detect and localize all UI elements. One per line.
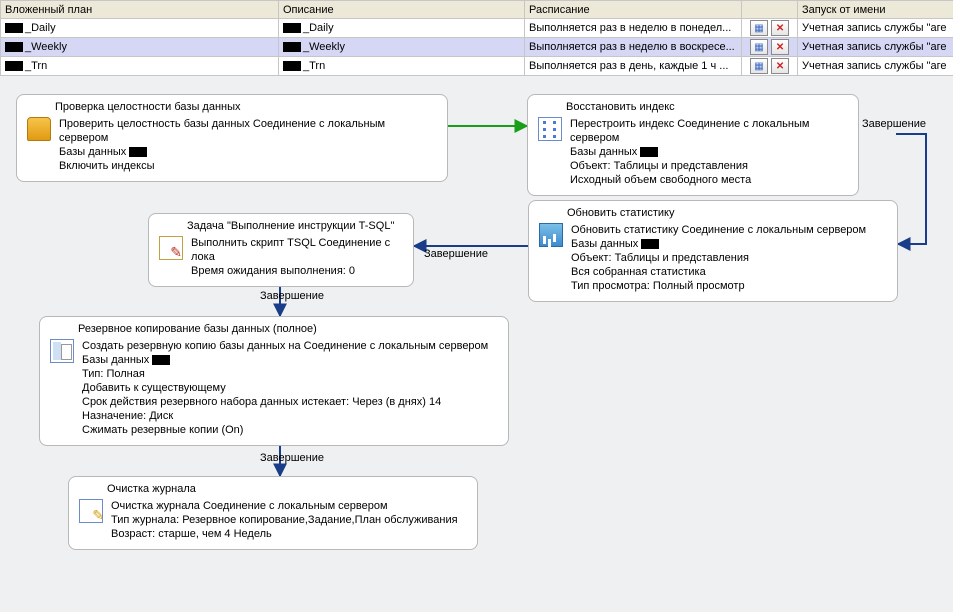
node-check-integrity[interactable]: Проверка целостности базы данных Провери… [16,94,448,182]
cell-sched[interactable]: Выполняется раз в день, каждые 1 ч ... [525,57,742,76]
cell-sched[interactable]: Выполняется раз в неделю в понедел... [525,19,742,38]
cell-desc[interactable]: _Daily [279,19,525,38]
plans-table[interactable]: Вложенный план Описание Расписание Запус… [0,0,953,76]
col-header-enabled[interactable] [742,1,798,19]
cell-runas[interactable]: Учетная запись службы "аге [798,19,953,38]
table-row[interactable]: _Trn_TrnВыполняется раз в день, каждые 1… [1,57,953,76]
node-history-cleanup[interactable]: Очистка журнала Очистка журнала Соединен… [68,476,478,550]
edge-label: Завершение [424,248,488,260]
edge-label: Завершение [260,290,324,302]
node-title: Задача "Выполнение инструкции T-SQL" [187,220,403,236]
node-backup-database[interactable]: Резервное копирование базы данных (полно… [39,316,509,446]
index-tree-icon [538,117,562,141]
cell-plan[interactable]: _Weekly [1,38,279,57]
redacted-block [129,147,147,157]
schedule-icon[interactable]: ▦ [750,58,768,74]
node-title: Обновить статистику [567,207,887,223]
schedule-icon[interactable]: ▦ [750,39,768,55]
cell-runas[interactable]: Учетная запись службы "аге [798,57,953,76]
node-title: Резервное копирование базы данных (полно… [78,323,498,339]
cell-runas[interactable]: Учетная запись службы "аге [798,38,953,57]
node-tsql-task[interactable]: Задача "Выполнение инструкции T-SQL" Вып… [148,213,414,287]
cell-actions: ▦ ✕ [742,38,798,57]
cell-desc[interactable]: _Weekly [279,38,525,57]
redacted-block [5,23,23,33]
redacted-block [5,61,23,71]
node-update-statistics[interactable]: Обновить статистику Обновить статистику … [528,200,898,302]
node-rebuild-index[interactable]: Восстановить индекс Перестроить индекс С… [527,94,859,196]
cell-desc[interactable]: _Trn [279,57,525,76]
maintenance-plan-diagram[interactable]: Завершение Завершение Завершение Заверше… [0,76,953,608]
schedule-icon[interactable]: ▦ [750,20,768,36]
redacted-block [152,355,170,365]
edge-label: Завершение [260,452,324,464]
node-title: Восстановить индекс [566,101,848,117]
delete-icon[interactable]: ✕ [771,39,789,55]
delete-icon[interactable]: ✕ [771,20,789,36]
redacted-block [641,239,659,249]
cell-sched[interactable]: Выполняется раз в неделю в воскресе... [525,38,742,57]
edge-label: Завершение [862,118,926,130]
statistics-icon [539,223,563,247]
cell-plan[interactable]: _Trn [1,57,279,76]
cell-actions: ▦ ✕ [742,57,798,76]
script-icon [159,236,183,260]
node-details: Очистка журнала Соединение с локальным с… [111,499,458,541]
col-header-desc[interactable]: Описание [279,1,525,19]
node-title: Очистка журнала [107,483,467,499]
redacted-block [283,42,301,52]
delete-icon[interactable]: ✕ [771,58,789,74]
cell-plan[interactable]: _Daily [1,19,279,38]
cell-actions: ▦ ✕ [742,19,798,38]
node-title: Проверка целостности базы данных [55,101,437,117]
cleanup-icon [79,499,103,523]
table-row[interactable]: _Daily_DailyВыполняется раз в неделю в п… [1,19,953,38]
col-header-runas[interactable]: Запуск от имени [798,1,953,19]
backup-icon [50,339,74,363]
node-details: Создать резервную копию базы данных на С… [82,339,488,437]
redacted-block [283,61,301,71]
node-details: Перестроить индекс Соединение с локальны… [570,117,848,187]
node-details: Выполнить скрипт TSQL Соединение с лока … [191,236,403,278]
node-details: Обновить статистику Соединение с локальн… [571,223,866,293]
table-row[interactable]: _Weekly_WeeklyВыполняется раз в неделю в… [1,38,953,57]
table-header-row: Вложенный план Описание Расписание Запус… [1,1,953,19]
redacted-block [283,23,301,33]
col-header-plan[interactable]: Вложенный план [1,1,279,19]
redacted-block [5,42,23,52]
col-header-sched[interactable]: Расписание [525,1,742,19]
database-icon [27,117,51,141]
redacted-block [640,147,658,157]
node-details: Проверить целостность базы данных Соедин… [59,117,437,173]
